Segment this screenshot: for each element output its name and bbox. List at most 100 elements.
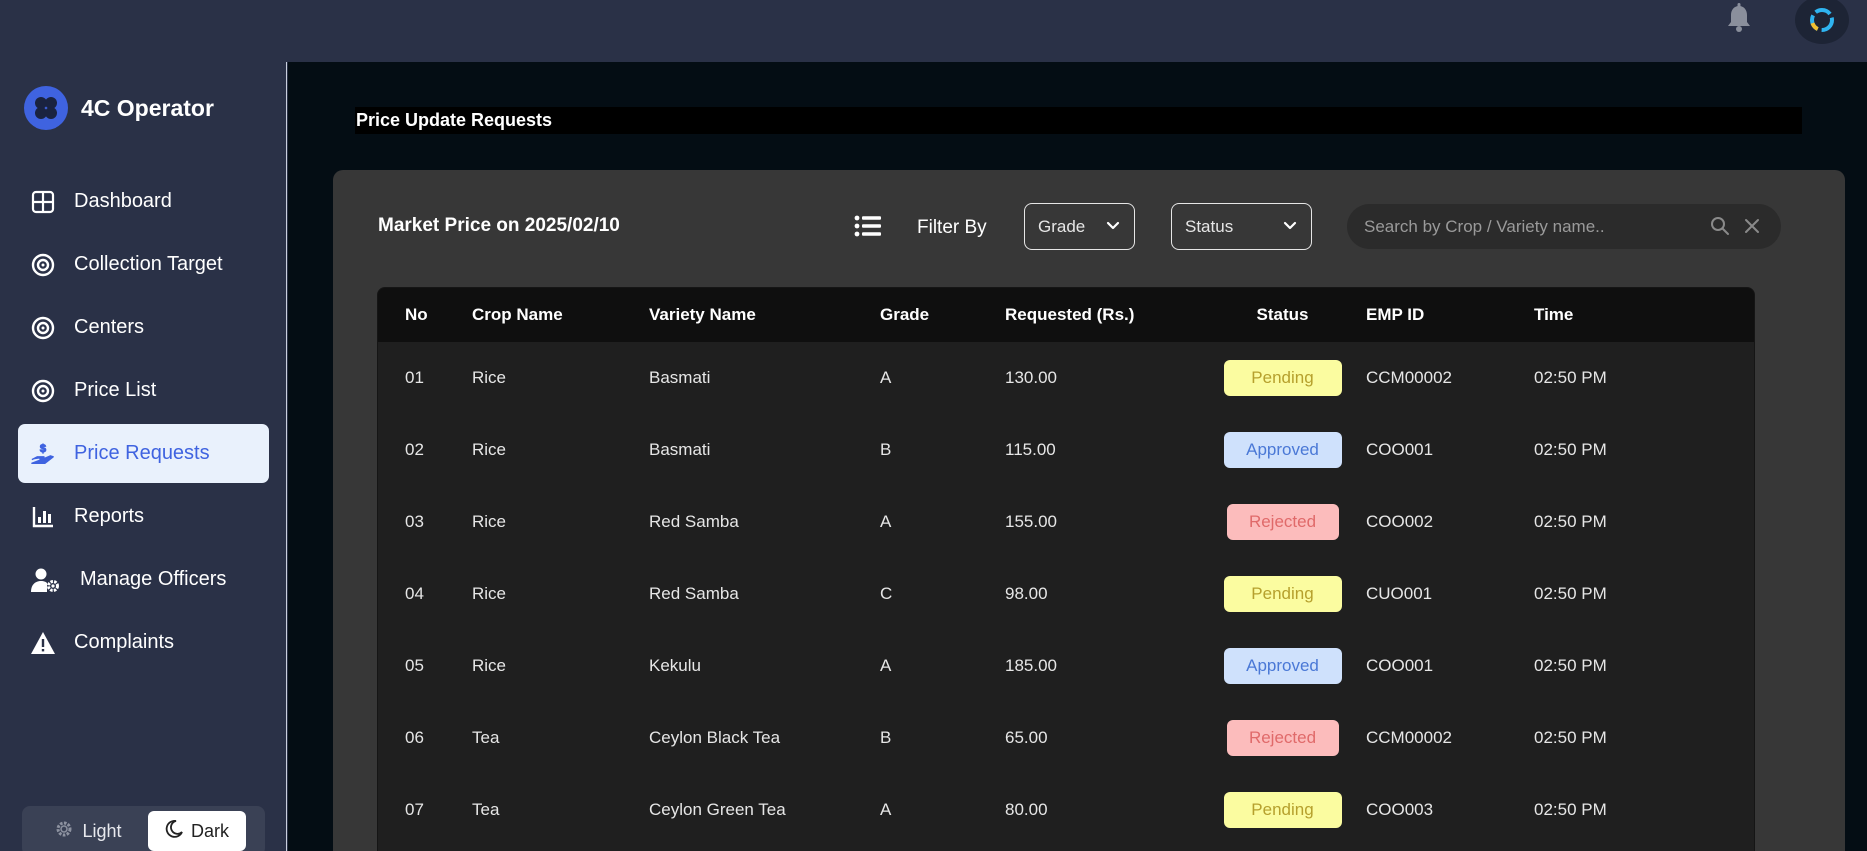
cell-crop-name: Tea [472, 728, 500, 747]
cell-variety-name: Red Samba [649, 512, 739, 531]
cell-emp-id: COO002 [1366, 512, 1434, 531]
cell-time: 02:50 PM [1534, 800, 1607, 819]
sidebar-item-label: Manage Officers [80, 568, 227, 590]
header-variety-name: Variety Name [649, 305, 756, 324]
table-row[interactable]: 05 Rice Kekulu A 185.00 Approved COO001 … [378, 630, 1754, 702]
cell-crop-name: Rice [472, 440, 507, 459]
header-no: No [405, 305, 428, 324]
cell-time: 02:50 PM [1534, 584, 1607, 603]
app-title: 4C Operator [81, 94, 214, 121]
cell-variety-name: Kekulu [649, 656, 701, 675]
sidebar-item-collection-target[interactable]: Collection Target [18, 235, 269, 294]
sidebar-item-label: Collection Target [74, 253, 223, 275]
cell-grade: C [880, 584, 893, 603]
cell-status: Pending [1200, 576, 1365, 612]
status-badge: Pending [1223, 792, 1342, 828]
dashboard-grid-icon [30, 189, 56, 215]
table-row[interactable]: 07 Tea Ceylon Green Tea A 80.00 Pending … [378, 774, 1754, 846]
status-select[interactable]: Status [1171, 203, 1312, 250]
brand-logo-icon [24, 86, 68, 130]
table-row[interactable]: 04 Rice Red Samba C 98.00 Pending CUO001… [378, 558, 1754, 630]
cell-no: 07 [405, 800, 424, 819]
status-badge: Approved [1223, 432, 1342, 468]
sidebar-item-label: Price Requests [74, 442, 210, 464]
sidebar-item-price-list[interactable]: Price List [18, 361, 269, 420]
cell-grade: A [880, 368, 892, 387]
cell-no: 04 [405, 584, 424, 603]
cell-time: 02:50 PM [1534, 368, 1607, 387]
cell-requested: 185.00 [1005, 656, 1057, 675]
cell-crop-name: Rice [472, 584, 507, 603]
status-badge: Pending [1223, 576, 1342, 612]
notification-bell-icon[interactable] [1724, 2, 1754, 34]
page-title: Price Update Requests [355, 107, 1802, 134]
brand: 4C Operator [24, 86, 214, 130]
cell-status: Rejected [1200, 504, 1365, 540]
cell-no: 02 [405, 440, 424, 459]
cell-variety-name: Basmati [649, 440, 711, 459]
cell-emp-id: COO003 [1366, 800, 1434, 819]
sidebar-item-manage-officers[interactable]: Manage Officers [18, 550, 269, 609]
cell-no: 05 [405, 656, 424, 675]
cell-no: 06 [405, 728, 424, 747]
table-row[interactable]: 06 Tea Ceylon Black Tea B 65.00 Rejected… [378, 702, 1754, 774]
cell-grade: A [880, 800, 892, 819]
target-icon [30, 378, 56, 404]
cell-status: Rejected [1200, 720, 1365, 756]
theme-toggle: Light Dark [22, 806, 265, 851]
status-select-value: Status [1185, 216, 1234, 236]
list-icon[interactable] [854, 214, 882, 238]
sidebar-item-label: Dashboard [74, 190, 172, 212]
table-header: No Crop Name Variety Name Grade Requeste… [378, 288, 1754, 342]
cell-time: 02:50 PM [1534, 728, 1607, 747]
avatar[interactable] [1795, 0, 1849, 44]
sidebar-nav: Dashboard Collection Target Centers Pric… [18, 172, 269, 676]
grade-select[interactable]: Grade [1024, 203, 1135, 250]
cell-status: Approved [1200, 432, 1365, 468]
cell-no: 01 [405, 368, 424, 387]
cell-grade: B [880, 440, 892, 459]
hand-dollar-icon: $ [30, 441, 56, 467]
theme-light-label: Light [82, 820, 122, 841]
sidebar-item-dashboard[interactable]: Dashboard [18, 172, 269, 231]
cell-crop-name: Rice [472, 656, 507, 675]
svg-text:$: $ [40, 443, 47, 455]
warning-triangle-icon [30, 630, 56, 656]
cell-variety-name: Ceylon Green Tea [649, 800, 786, 819]
cell-variety-name: Red Samba [649, 584, 739, 603]
theme-dark-button[interactable]: Dark [148, 811, 246, 851]
cell-requested: 80.00 [1005, 800, 1048, 819]
header-requested: Requested (Rs.) [1005, 305, 1135, 324]
price-requests-table: No Crop Name Variety Name Grade Requeste… [377, 287, 1755, 851]
moon-icon [165, 819, 183, 843]
search-input[interactable] [1364, 216, 1694, 237]
sidebar-item-price-requests[interactable]: $ Price Requests [18, 424, 269, 483]
table-row[interactable]: 01 Rice Basmati A 130.00 Pending CCM0000… [378, 342, 1754, 414]
close-icon[interactable] [1743, 217, 1761, 235]
cell-requested: 115.00 [1005, 440, 1056, 459]
cell-status: Pending [1200, 792, 1365, 828]
grade-select-value: Grade [1038, 216, 1086, 236]
target-icon [30, 315, 56, 341]
sidebar-item-label: Reports [74, 505, 145, 527]
bar-chart-icon [30, 504, 56, 530]
cell-requested: 65.00 [1005, 728, 1048, 747]
sidebar-item-complaints[interactable]: Complaints [18, 613, 269, 672]
table-row[interactable]: 03 Rice Red Samba A 155.00 Rejected COO0… [378, 486, 1754, 558]
cell-requested: 98.00 [1005, 584, 1048, 603]
cell-time: 02:50 PM [1534, 656, 1607, 675]
sidebar-item-label: Price List [74, 379, 157, 401]
target-icon [30, 252, 56, 278]
cell-grade: A [880, 512, 892, 531]
sidebar-item-centers[interactable]: Centers [18, 298, 269, 357]
sidebar-item-reports[interactable]: Reports [18, 487, 269, 546]
search-bar [1347, 204, 1781, 249]
cell-grade: A [880, 656, 892, 675]
cell-emp-id: CCM00002 [1366, 728, 1452, 747]
cell-no: 03 [405, 512, 424, 531]
header-crop-name: Crop Name [472, 305, 563, 324]
theme-light-button[interactable]: Light [28, 811, 148, 851]
top-bar [0, 0, 1867, 62]
search-icon[interactable] [1710, 216, 1730, 236]
table-row[interactable]: 02 Rice Basmati B 115.00 Approved COO001… [378, 414, 1754, 486]
